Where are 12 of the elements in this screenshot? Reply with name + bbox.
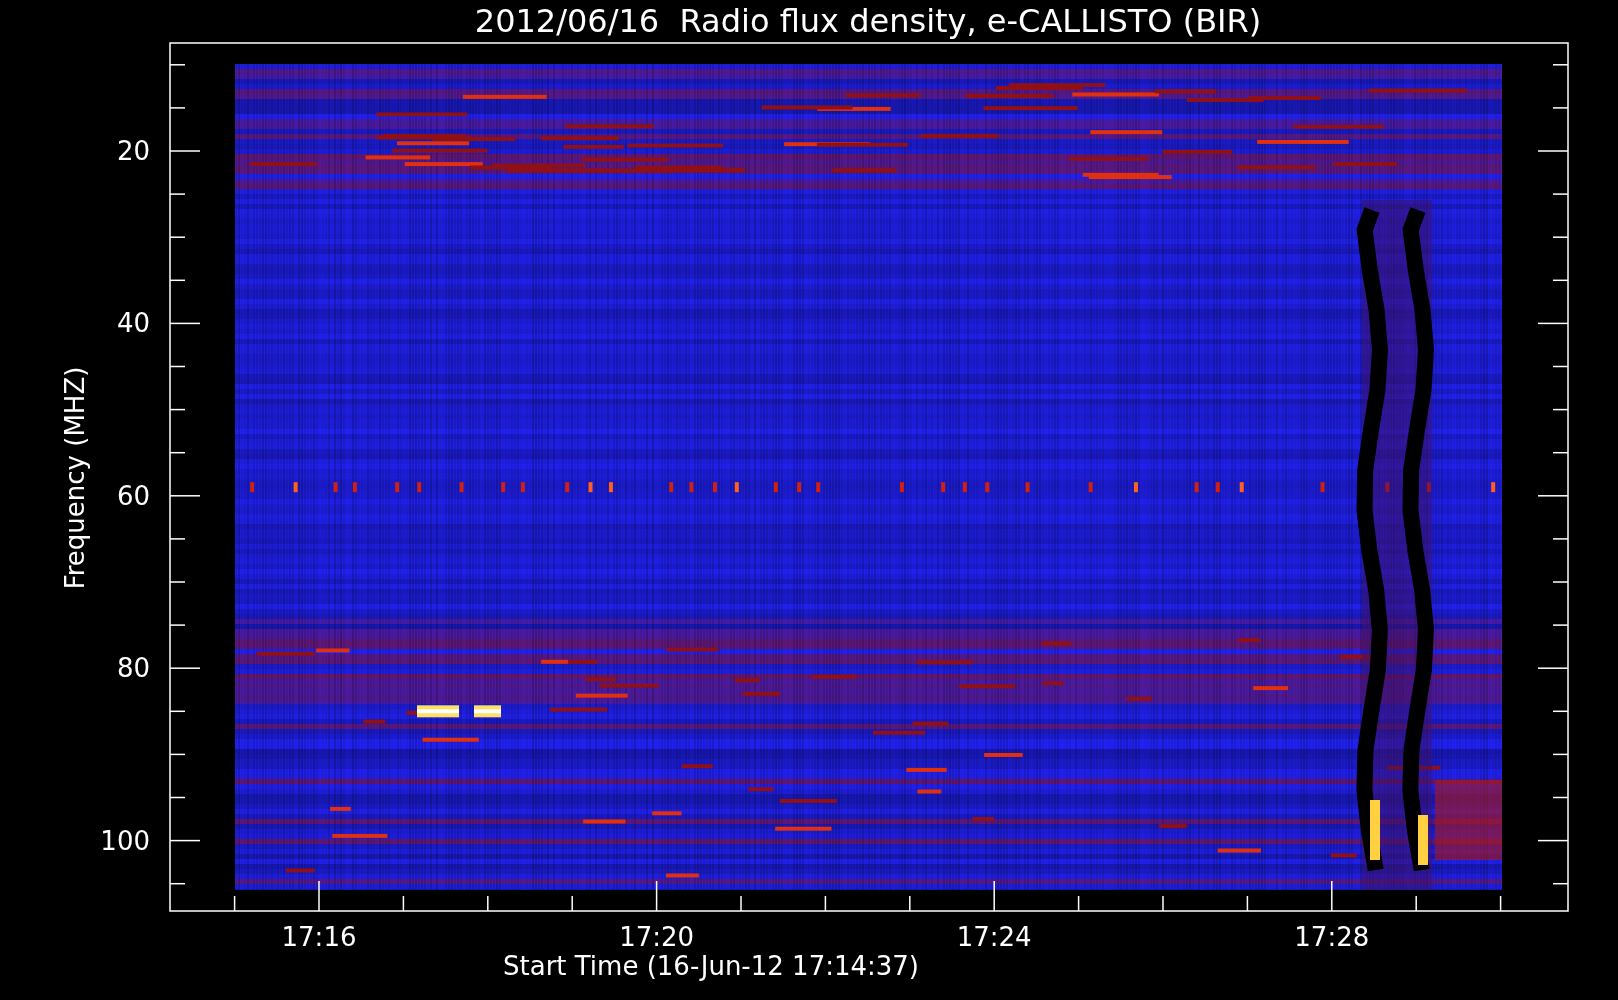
tick-label: 17:16 [281,922,357,952]
tick-label: 60 [116,480,150,511]
tick-label: 40 [116,308,150,339]
tick-label: 80 [116,653,150,684]
chart-title: 2012/06/16 Radio flux density, e-CALLISTO (BIR) [474,2,1262,40]
tick-label: 17:24 [956,922,1032,952]
axis-label: Frequency (MHZ) [60,366,90,590]
tick-label: 17:20 [619,922,695,952]
tick-label: 17:28 [1294,922,1370,952]
tick-label: 100 [100,825,150,856]
axis-label: Start Time (16-Jun-12 17:14:37) [503,951,919,981]
tick-label: 20 [116,136,150,166]
